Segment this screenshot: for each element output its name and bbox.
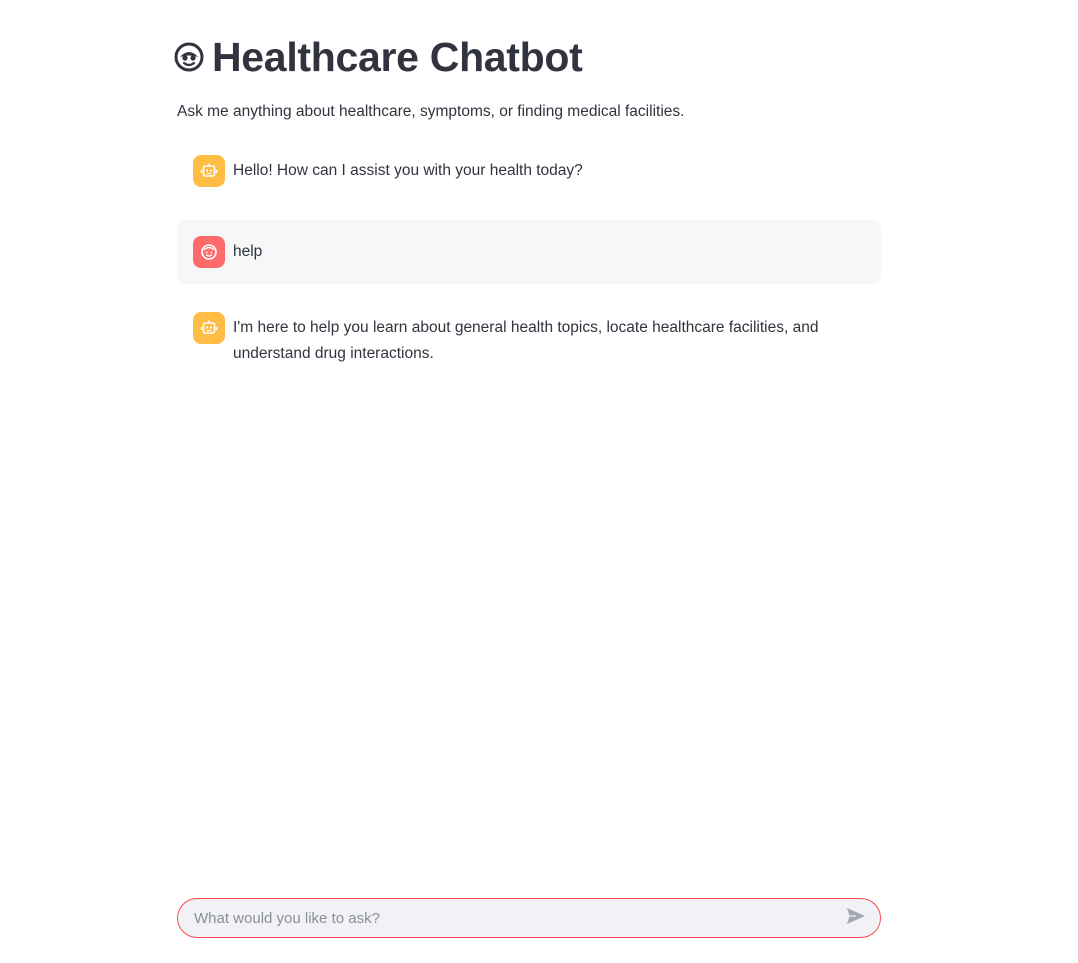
chat-message-user: help (177, 220, 881, 284)
page-header: Healthcare Chatbot (174, 34, 583, 80)
send-button[interactable] (836, 899, 876, 937)
page-title: Healthcare Chatbot (212, 34, 583, 80)
chat-input[interactable] (178, 899, 836, 937)
robot-face-icon (174, 42, 204, 72)
chat-message-text: help (233, 243, 263, 260)
app-page: Healthcare Chatbot Ask me anything about… (0, 0, 1078, 963)
robot-icon (193, 155, 225, 187)
page-subtitle: Ask me anything about healthcare, sympto… (177, 103, 685, 120)
chat-message-assistant: I'm here to help you learn about general… (177, 312, 881, 372)
chat-input-bar (177, 898, 881, 938)
user-face-icon (193, 236, 225, 268)
chat-message-assistant: Hello! How can I assist you with your he… (177, 155, 881, 189)
chat-message-text: I'm here to help you learn about general… (233, 319, 819, 362)
send-arrow-icon (846, 907, 866, 930)
robot-icon (193, 312, 225, 344)
chat-message-text: Hello! How can I assist you with your he… (233, 162, 583, 179)
